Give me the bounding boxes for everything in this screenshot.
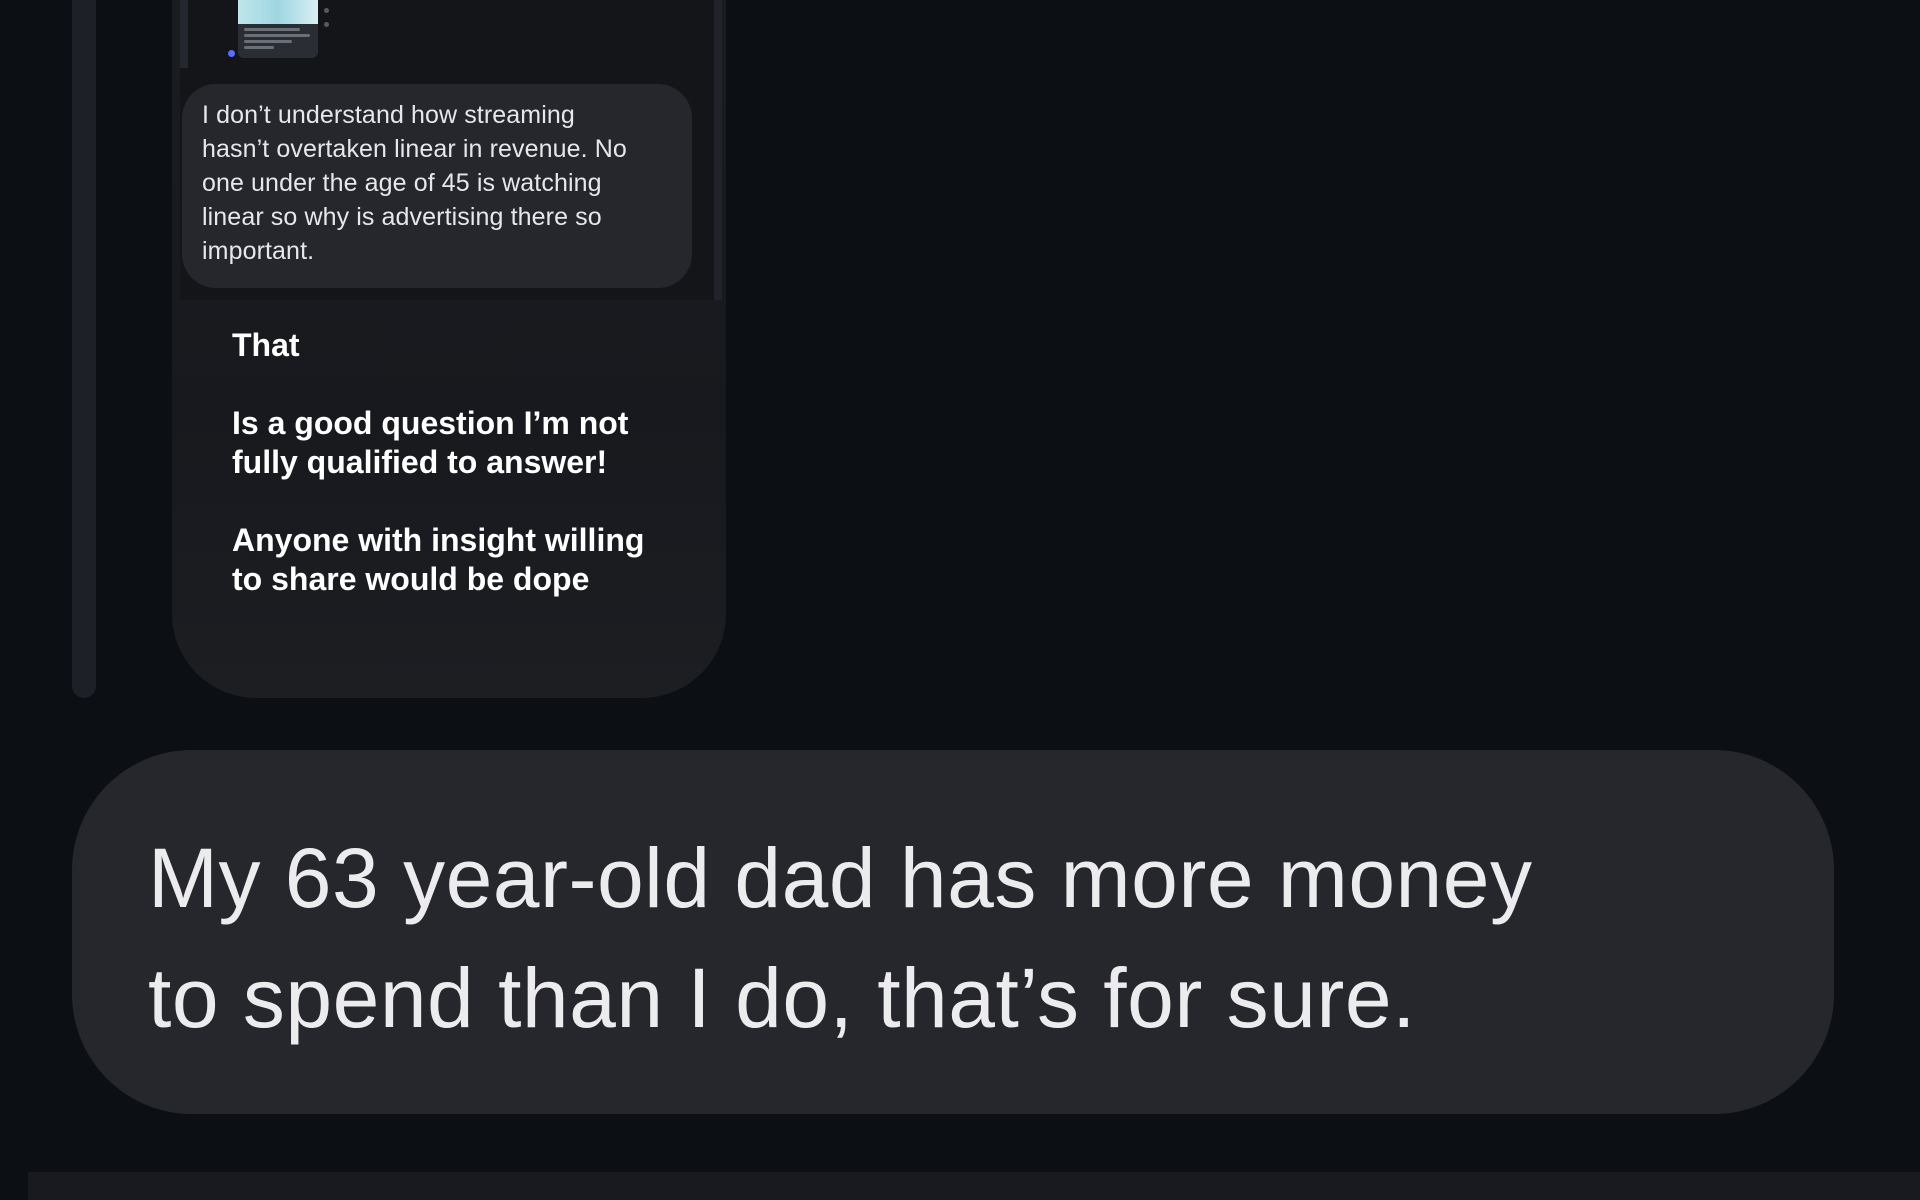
thumbnail-action-icon xyxy=(324,8,329,13)
thumbnail-image xyxy=(238,0,318,24)
thumbnail-text-line xyxy=(244,28,300,31)
avatar-dot-icon xyxy=(228,50,235,57)
video-caption: That Is a good question I’m not fully qu… xyxy=(232,326,702,638)
media-edge-right xyxy=(714,0,722,300)
thread-connector-line xyxy=(72,0,96,698)
caption-line: Is a good question I’m not fully qualifi… xyxy=(232,405,629,480)
caption-line: That xyxy=(232,327,300,363)
thumbnail-text-line xyxy=(244,40,292,43)
caption-line: Anyone with insight willing to share wou… xyxy=(232,522,645,597)
comment-thread-screen: I don’t understand how streaming hasn’t … xyxy=(0,0,1920,1200)
thumbnail-text-line xyxy=(244,46,274,49)
main-comment-text: My 63 year-old dad has more money to spe… xyxy=(148,831,1533,1045)
quoted-reply-bubble[interactable]: I don’t understand how streaming hasn’t … xyxy=(182,84,692,288)
thumbnail-action-icon xyxy=(324,22,329,27)
quoted-reply-text: I don’t understand how streaming hasn’t … xyxy=(202,101,627,265)
media-edge-left xyxy=(180,0,188,68)
main-comment-bubble[interactable]: My 63 year-old dad has more money to spe… xyxy=(72,750,1834,1114)
bottom-panel-edge xyxy=(28,1172,1920,1200)
thumbnail-text-line xyxy=(244,34,310,37)
screenshot-thumbnail[interactable] xyxy=(238,0,318,58)
